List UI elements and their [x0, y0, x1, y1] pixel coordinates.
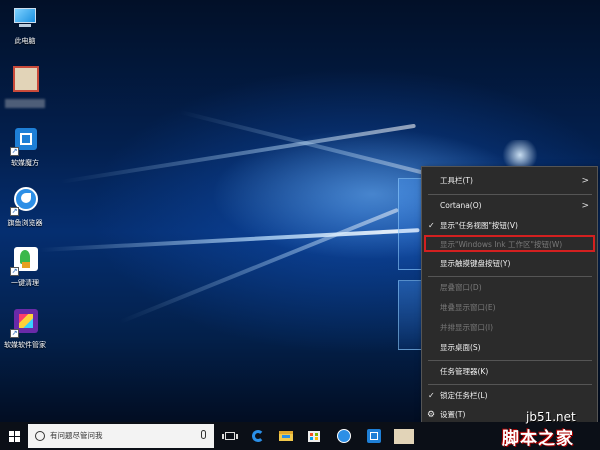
desktop-icon-software-manager[interactable]: ↗ 软媒软件管家: [2, 308, 48, 350]
store-icon[interactable]: [300, 422, 328, 450]
browser-icon: ↗: [10, 186, 40, 216]
watermark-brand: 脚本之家: [502, 429, 574, 449]
wallpaper-window-pane: [398, 280, 422, 350]
menu-item-side-by-side-windows[interactable]: 并排显示窗口(I): [422, 318, 597, 338]
desktop-icon-qiyu-browser[interactable]: ↗ 旗鱼浏览器: [2, 186, 48, 228]
menu-item-cortana[interactable]: Cortana(O) >: [422, 196, 597, 216]
file-icon[interactable]: [390, 422, 418, 450]
edge-icon[interactable]: [244, 422, 272, 450]
menu-item-lock-taskbar[interactable]: ✓ 锁定任务栏(L): [422, 386, 597, 406]
menu-item-stack-windows[interactable]: 堆叠显示窗口(E): [422, 298, 597, 318]
windows-logo-icon: [9, 431, 20, 442]
desktop-icon-computer[interactable]: 此电脑: [2, 4, 48, 46]
cortana-circle-icon: [35, 431, 45, 441]
wallpaper-beam: [39, 228, 420, 252]
cleaner-icon: ↗: [10, 246, 40, 276]
desktop-icon-one-click-clean[interactable]: ↗ 一键清理: [2, 246, 48, 288]
app-cube-icon: ↗: [10, 126, 40, 156]
software-manager-icon: ↗: [10, 308, 40, 338]
wallpaper-beam: [119, 207, 399, 324]
microphone-icon[interactable]: [201, 430, 206, 439]
menu-separator: [428, 194, 592, 195]
shortcut-arrow-icon: ↗: [10, 207, 19, 216]
menu-separator: [428, 384, 592, 385]
menu-separator: [428, 276, 592, 277]
menu-item-show-touch-keyboard-button[interactable]: 显示触摸键盘按钮(Y): [422, 254, 597, 274]
computer-icon: [10, 4, 40, 34]
start-button[interactable]: [0, 422, 28, 450]
shortcut-arrow-icon: ↗: [10, 147, 19, 156]
wallpaper-beam: [179, 110, 433, 177]
desktop-icon-file[interactable]: [2, 66, 48, 108]
shortcut-arrow-icon: ↗: [10, 267, 19, 276]
taskbar-context-menu: 工具栏(T) > Cortana(O) > ✓ 显示"任务视图"按钮(V) 显示…: [421, 166, 598, 427]
task-view-icon[interactable]: [216, 422, 244, 450]
checkmark-icon: ✓: [428, 221, 435, 230]
blurred-file-icon: [10, 66, 40, 96]
file-explorer-icon[interactable]: [272, 422, 300, 450]
red-highlight-box: [424, 235, 595, 252]
checkmark-icon: ✓: [428, 391, 435, 400]
desktop-icon-ruanmei-mofang[interactable]: ↗ 软媒魔方: [2, 126, 48, 168]
cortana-search-box[interactable]: 有问题尽管问我: [28, 424, 214, 448]
blurred-label: [5, 99, 45, 108]
wallpaper-window-pane: [398, 178, 422, 270]
wallpaper-beam: [59, 123, 416, 184]
watermark-site: jb51.net: [526, 410, 576, 424]
shortcut-arrow-icon: ↗: [10, 329, 19, 338]
menu-item-show-desktop[interactable]: 显示桌面(S): [422, 338, 597, 358]
menu-item-task-manager[interactable]: 任务管理器(K): [422, 362, 597, 382]
menu-item-cascade-windows[interactable]: 层叠窗口(D): [422, 278, 597, 298]
chevron-right-icon: >: [581, 176, 589, 186]
browser-icon[interactable]: [330, 422, 358, 450]
menu-item-show-task-view-button[interactable]: ✓ 显示"任务视图"按钮(V): [422, 216, 597, 236]
menu-separator: [428, 360, 592, 361]
app-cube-icon[interactable]: [360, 422, 388, 450]
menu-item-toolbars[interactable]: 工具栏(T) >: [422, 171, 597, 191]
chevron-right-icon: >: [581, 201, 589, 211]
